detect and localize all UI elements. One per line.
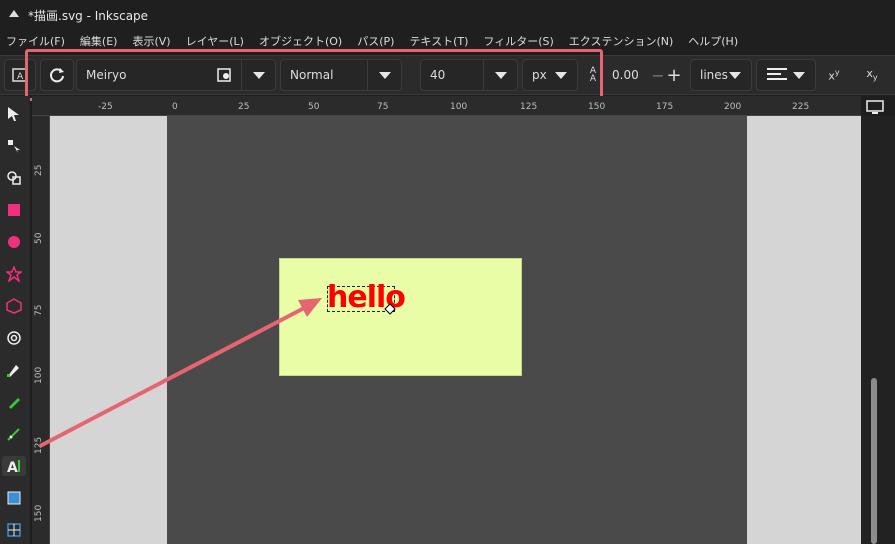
text-resize-handle-icon[interactable] xyxy=(384,303,396,315)
superscript-button[interactable]: xy xyxy=(822,59,846,91)
menu-extensions[interactable]: エクステンション(N) xyxy=(563,33,682,49)
minus-icon[interactable]: − xyxy=(650,66,666,85)
node-tool-icon[interactable] xyxy=(4,136,24,156)
ruler-label: 50 xyxy=(34,232,44,244)
menu-layer[interactable]: レイヤー(L) xyxy=(180,33,253,49)
title-bar: *描画.svg - Inkscape xyxy=(0,0,895,30)
superscript-icon: xy xyxy=(828,67,840,83)
star-tool-icon[interactable] xyxy=(4,264,24,284)
rectangle-tool-icon[interactable] xyxy=(4,200,24,220)
line-spacing-mode-combo[interactable]: lines xyxy=(690,59,752,91)
svg-text:A: A xyxy=(7,460,18,474)
chevron-down-icon xyxy=(793,71,805,79)
toolbar-highlight-box xyxy=(25,49,603,101)
window-title: *描画.svg - Inkscape xyxy=(28,8,149,23)
ruler-label: 125 xyxy=(520,102,538,112)
ruler-label: 150 xyxy=(588,102,606,112)
ruler-label: 75 xyxy=(34,304,44,316)
mesh-tool-icon[interactable] xyxy=(4,520,24,540)
ellipse-tool-icon[interactable] xyxy=(4,232,24,252)
vertical-ruler[interactable]: 25 50 75 100 125 150 xyxy=(32,116,50,544)
menu-edit[interactable]: 編集(E) xyxy=(74,33,127,49)
letter-spacing-value: 0.00 xyxy=(612,68,639,82)
ruler-label: 100 xyxy=(34,366,44,384)
ruler-label: 0 xyxy=(172,102,178,112)
shape-builder-tool-icon[interactable] xyxy=(4,168,24,188)
yellow-rectangle[interactable] xyxy=(279,258,522,376)
scrollbar-thumb[interactable] xyxy=(871,378,877,544)
letter-spacing-field[interactable]: 0.00 − + xyxy=(606,59,686,91)
spiral-tool-icon[interactable] xyxy=(4,328,24,348)
ruler-label: 125 xyxy=(34,436,44,454)
subscript-button[interactable]: xy xyxy=(860,59,884,91)
ruler-label: 50 xyxy=(308,102,320,112)
3d-box-tool-icon[interactable] xyxy=(4,296,24,316)
pencil-tool-icon[interactable] xyxy=(4,392,24,412)
selector-tool-icon[interactable] xyxy=(4,104,24,124)
ruler-label: 175 xyxy=(656,102,674,112)
display-mode-icon[interactable] xyxy=(866,100,884,114)
pen-tool-icon[interactable] xyxy=(4,360,24,380)
svg-text:A: A xyxy=(17,72,24,82)
menu-object[interactable]: オブジェクト(O) xyxy=(253,33,351,49)
menu-path[interactable]: パス(P) xyxy=(351,33,403,49)
chevron-down-icon xyxy=(729,71,741,79)
menu-file[interactable]: ファイル(F) xyxy=(0,33,74,49)
ruler-label: 225 xyxy=(792,102,810,112)
menu-view[interactable]: 表示(V) xyxy=(126,33,179,49)
ruler-label: 75 xyxy=(377,102,389,112)
ruler-label: 150 xyxy=(34,504,44,522)
inkscape-icon xyxy=(9,10,19,17)
ruler-label: 200 xyxy=(724,102,742,112)
menu-filters[interactable]: フィルター(S) xyxy=(477,33,562,49)
plus-icon[interactable]: + xyxy=(666,65,682,86)
alignment-combo[interactable] xyxy=(756,59,816,91)
menu-text[interactable]: テキスト(T) xyxy=(403,33,477,49)
menu-help[interactable]: ヘルプ(H) xyxy=(682,33,747,49)
gradient-tool-icon[interactable] xyxy=(4,488,24,508)
align-left-icon xyxy=(767,68,787,80)
toolbox: A xyxy=(0,96,30,544)
horizontal-ruler[interactable]: -25 0 25 50 75 100 125 150 175 200 225 xyxy=(32,96,861,116)
ruler-label: 25 xyxy=(238,102,250,112)
ruler-label: -25 xyxy=(98,102,113,112)
line-spacing-mode-value: lines xyxy=(700,68,728,82)
calligraphy-tool-icon[interactable] xyxy=(4,424,24,444)
subscript-icon: xy xyxy=(866,67,878,83)
ruler-label: 100 xyxy=(450,102,468,112)
vertical-scrollbar[interactable] xyxy=(861,116,895,544)
ruler-label: 25 xyxy=(34,164,44,176)
text-tool-icon[interactable]: A xyxy=(2,456,26,476)
